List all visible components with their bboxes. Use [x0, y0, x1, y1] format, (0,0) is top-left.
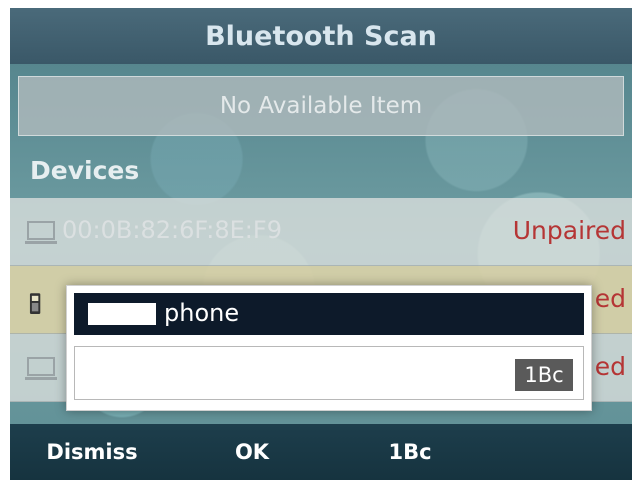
device-address: 00:0B:82:6F:8E:F9	[62, 216, 282, 244]
dialog-input-box: 1Bc	[74, 346, 584, 400]
input-mode-button[interactable]: 1Bc	[368, 424, 452, 480]
dismiss-button[interactable]: Dismiss	[28, 424, 156, 480]
device-status: ed	[594, 284, 626, 313]
input-mode-badge: 1Bc	[515, 359, 573, 391]
title-bar: Bluetooth Scan	[10, 8, 632, 64]
phone-screen: Bluetooth Scan No Available Item Devices…	[10, 8, 632, 480]
softkey-bar: Dismiss OK 1Bc	[10, 424, 632, 480]
device-status: ed	[594, 352, 626, 381]
device-status: Unpaired	[512, 216, 626, 245]
device-name-input[interactable]	[79, 351, 513, 397]
rename-dialog: phone 1Bc	[66, 285, 592, 411]
dialog-header: phone	[74, 293, 584, 335]
device-row[interactable]: 00:0B:82:6F:8E:F9 Unpaired	[10, 198, 632, 266]
dialog-title: phone	[164, 299, 240, 327]
devices-section-header: Devices	[30, 156, 140, 185]
no-available-item-box: No Available Item	[18, 76, 624, 136]
redacted-text	[88, 303, 156, 325]
computer-icon	[25, 357, 57, 380]
mobile-phone-icon	[29, 293, 41, 314]
page-title: Bluetooth Scan	[205, 20, 437, 52]
ok-button[interactable]: OK	[210, 424, 294, 480]
computer-icon	[25, 221, 57, 244]
empty-message: No Available Item	[219, 93, 423, 119]
